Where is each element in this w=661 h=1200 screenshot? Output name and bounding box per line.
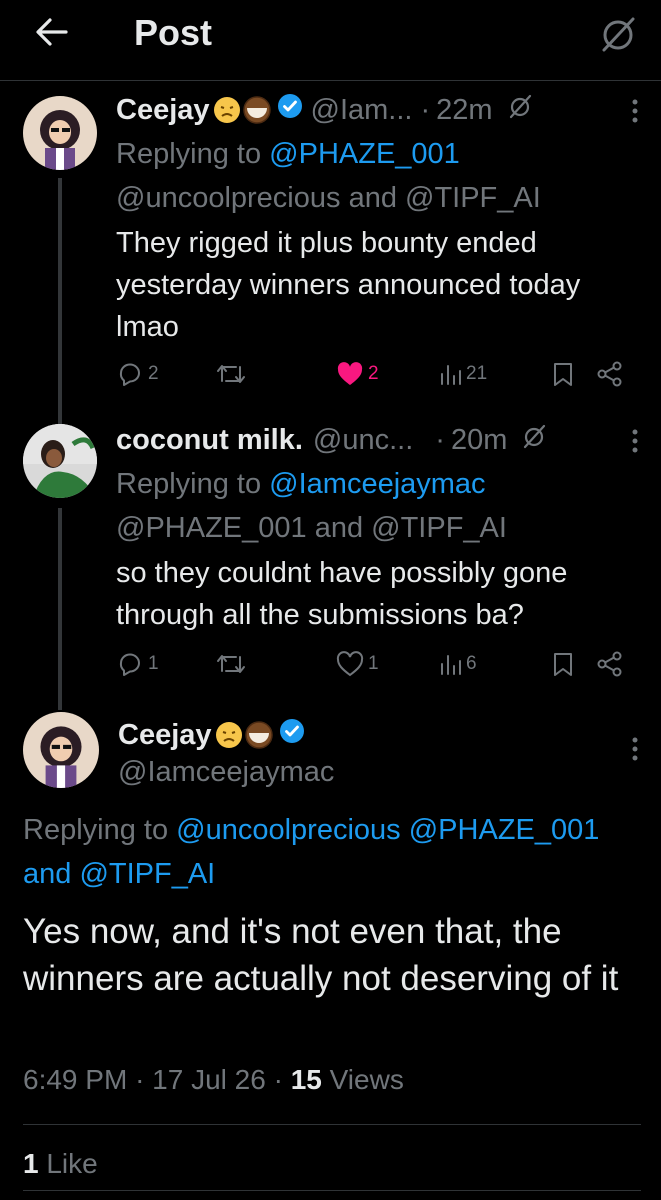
reply-icon xyxy=(119,363,140,386)
bookmark-icon xyxy=(554,653,572,676)
reply-icon xyxy=(119,653,140,676)
mention-links[interactable]: @PHAZE_001 xyxy=(269,138,460,170)
separator-dot: · xyxy=(420,94,431,126)
worried-face-icon xyxy=(215,722,242,748)
replying-to: Replying to @uncoolprecious @PHAZE_001 a… xyxy=(23,808,651,896)
page-title: Post xyxy=(134,12,213,53)
like-button[interactable]: 2 xyxy=(336,357,379,391)
retweet-icon xyxy=(217,655,245,673)
share-icon xyxy=(597,361,622,387)
arrow-left-icon[interactable] xyxy=(34,14,70,50)
separator-dot: · xyxy=(435,424,445,456)
views-icon xyxy=(441,655,461,675)
avatar[interactable] xyxy=(23,96,97,170)
thread-line xyxy=(58,178,62,416)
mention-links[interactable]: @uncoolprecious @PHAZE_001 xyxy=(176,814,599,846)
views-button[interactable]: 6 xyxy=(438,647,477,681)
like-count: 2 xyxy=(368,363,379,384)
replying-to-label: Replying to xyxy=(116,138,262,170)
views-button[interactable]: 21 xyxy=(438,357,487,391)
emoji-icons xyxy=(215,721,273,749)
reply-count: 1 xyxy=(148,653,159,674)
like-button[interactable]: 1 xyxy=(336,647,379,681)
like-count: 1 xyxy=(368,653,379,674)
heart-filled-icon xyxy=(337,362,363,385)
worried-face-icon xyxy=(213,97,240,123)
avatar[interactable] xyxy=(23,424,97,498)
coconut-icon xyxy=(244,721,273,749)
grok-icon[interactable] xyxy=(521,420,547,460)
views-count: 6 xyxy=(466,653,477,674)
more-options-icon[interactable] xyxy=(631,736,639,767)
author-handle[interactable]: @unc... xyxy=(313,420,413,460)
views-icon xyxy=(441,365,461,385)
like-count: 1 xyxy=(23,1148,39,1179)
tweet-meta: 6:49 PM · 17 Jul 26 · 15 Views xyxy=(23,1064,404,1095)
retweet-icon xyxy=(217,365,245,383)
more-options-icon[interactable] xyxy=(631,98,639,129)
replying-to-label: Replying to xyxy=(116,468,262,500)
tweet-text: so they couldnt have possibly gone throu… xyxy=(116,557,568,631)
author-name[interactable]: coconut milk. xyxy=(116,420,303,460)
timestamp[interactable]: 20m xyxy=(451,420,507,460)
timestamp[interactable]: 22m xyxy=(436,90,492,130)
tweet-text: They rigged it plus bounty ended yesterd… xyxy=(116,227,581,343)
post-date[interactable]: 17 Jul 26 xyxy=(152,1064,266,1095)
views-count: 15 xyxy=(290,1064,322,1095)
share-button[interactable] xyxy=(596,647,624,681)
mention-links[interactable]: @PHAZE_001 and @TIPF_AI xyxy=(116,506,641,550)
mention-links[interactable]: @uncoolprecious and @TIPF_AI xyxy=(116,176,641,220)
bookmark-button[interactable] xyxy=(552,647,574,681)
bookmark-button[interactable] xyxy=(552,357,574,391)
reply-tweet[interactable]: coconut milk. @unc... · 20m Replying to … xyxy=(0,410,661,710)
author-handle[interactable]: @Iam... xyxy=(311,90,413,130)
divider xyxy=(23,1190,641,1191)
grok-icon[interactable] xyxy=(507,90,533,130)
more-options-icon[interactable] xyxy=(631,428,639,459)
main-tweet-text: Yes now, and it's not even that, the win… xyxy=(23,912,619,998)
share-button[interactable] xyxy=(596,357,624,391)
replying-to-label: Replying to xyxy=(23,814,169,846)
verified-badge-icon xyxy=(277,90,303,130)
mention-links[interactable]: @Iamceejaymac xyxy=(269,468,485,500)
reply-count: 2 xyxy=(148,363,159,384)
author-handle[interactable]: @Iamceejaymac xyxy=(118,756,334,789)
reply-button[interactable]: 1 xyxy=(116,647,159,681)
mention-links[interactable]: and @TIPF_AI xyxy=(23,852,651,896)
heart-icon xyxy=(336,651,364,677)
top-bar: Post xyxy=(0,0,661,81)
post-time[interactable]: 6:49 PM xyxy=(23,1064,127,1095)
emoji-icons xyxy=(213,96,271,124)
avatar[interactable] xyxy=(23,712,99,788)
views-count: 21 xyxy=(466,363,488,384)
like-label: Like xyxy=(46,1148,98,1179)
divider xyxy=(23,1124,641,1125)
bookmark-icon xyxy=(554,363,572,386)
share-icon xyxy=(597,651,622,677)
thread-line xyxy=(58,410,62,424)
likes-summary[interactable]: 1 Like xyxy=(23,1148,98,1180)
grok-icon[interactable] xyxy=(598,14,638,54)
author-name[interactable]: Ceejay xyxy=(116,90,210,130)
verified-badge-icon xyxy=(279,718,305,752)
reply-button[interactable]: 2 xyxy=(116,357,159,391)
main-author: Ceejay @Iamceejaymac xyxy=(118,718,334,789)
reply-tweet[interactable]: Ceejay @Iam... · 22m Replying to @PHAZE_… xyxy=(0,80,661,416)
action-bar: 1 1 6 xyxy=(116,647,631,681)
views-label: Views xyxy=(329,1064,404,1095)
coconut-icon xyxy=(242,96,271,124)
retweet-button[interactable] xyxy=(216,357,250,391)
retweet-button[interactable] xyxy=(216,647,250,681)
action-bar: 2 2 21 xyxy=(116,357,631,391)
thread-line xyxy=(58,508,62,710)
author-name[interactable]: Ceejay xyxy=(118,719,212,752)
